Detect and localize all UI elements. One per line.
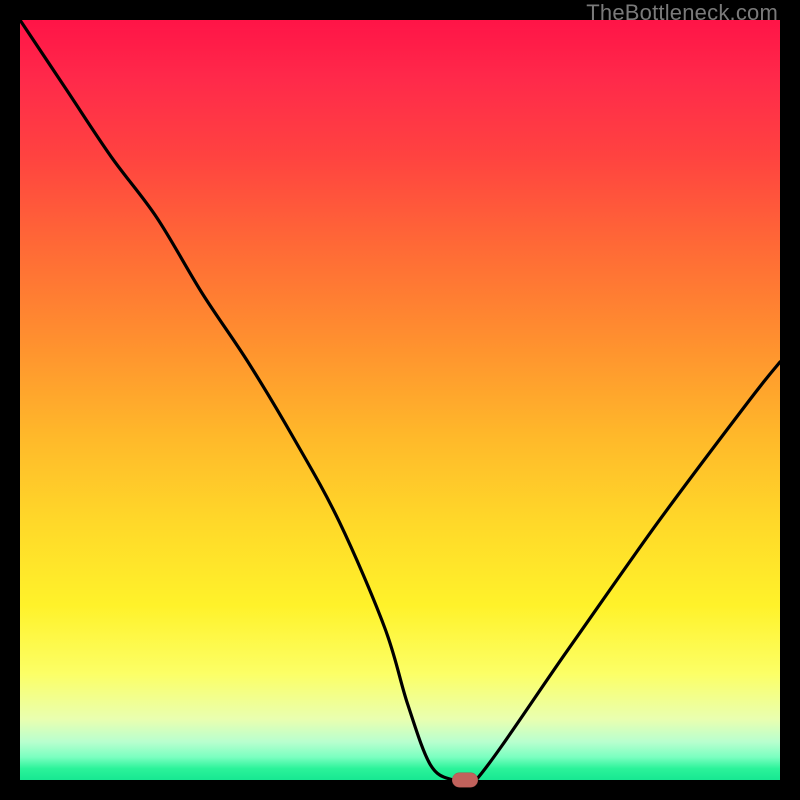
chart-frame: TheBottleneck.com — [0, 0, 800, 800]
curve-svg — [20, 20, 780, 780]
optimal-marker — [452, 773, 478, 788]
plot-area — [20, 20, 780, 780]
bottleneck-curve — [20, 20, 780, 790]
